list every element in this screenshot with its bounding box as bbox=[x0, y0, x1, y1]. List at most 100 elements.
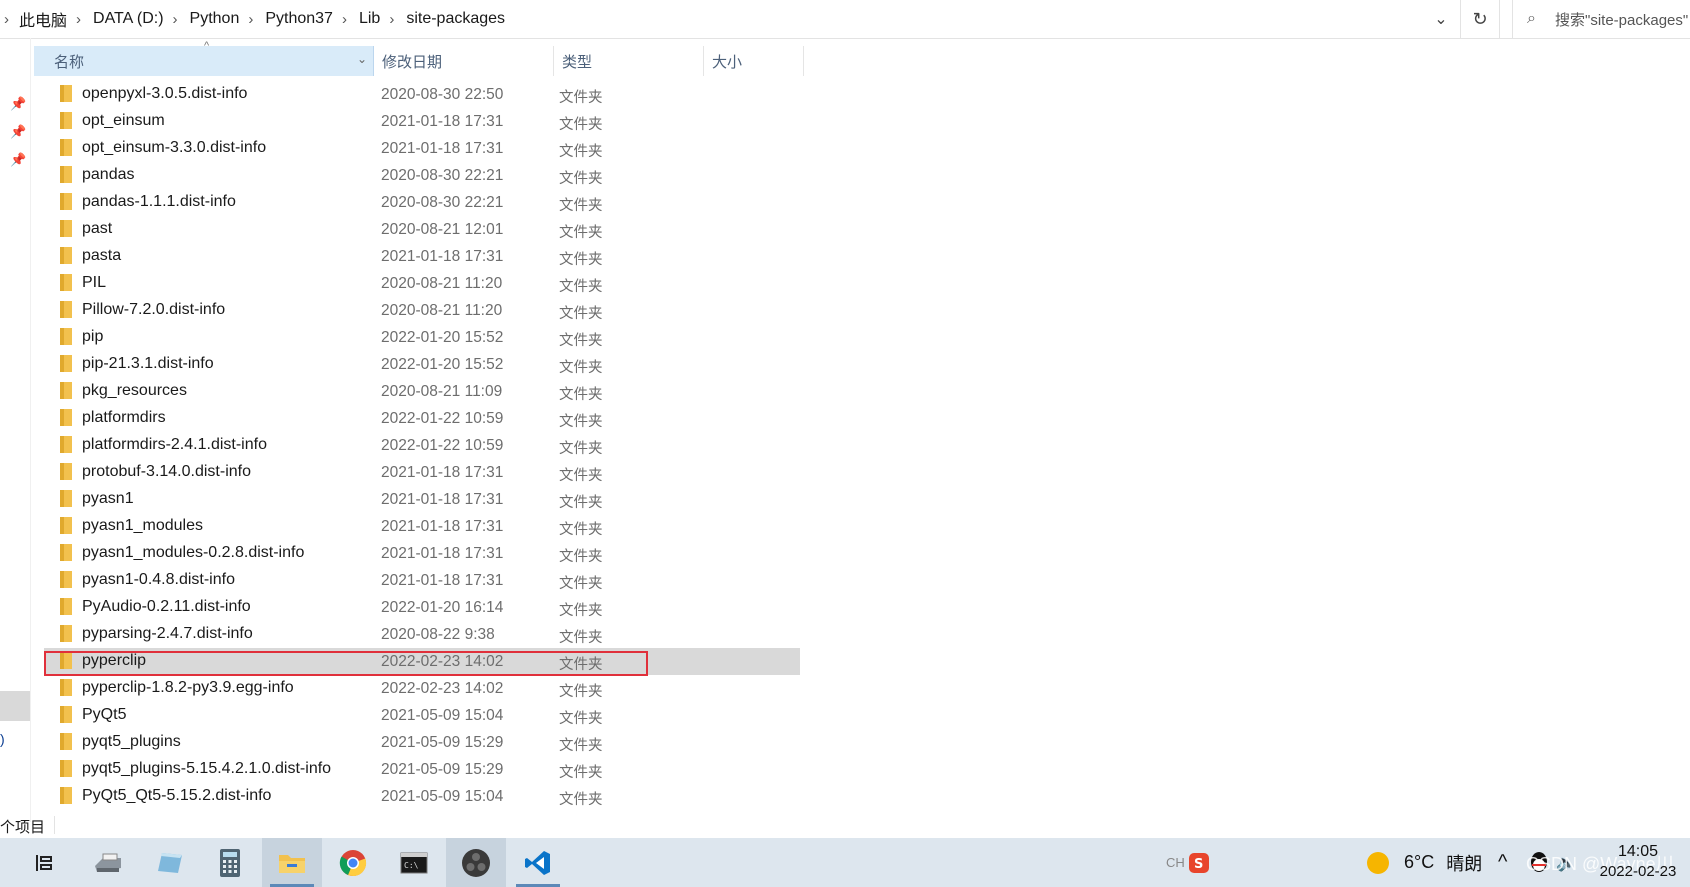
file-name[interactable]: pip bbox=[82, 328, 103, 346]
chevron-right-icon[interactable]: › bbox=[380, 11, 406, 28]
file-name[interactable]: pandas bbox=[82, 166, 135, 184]
ime-indicator[interactable]: CH bbox=[1166, 838, 1185, 887]
file-row[interactable]: pyasn1-0.4.8.dist-info 2021-01-18 17:31 文件… bbox=[44, 567, 800, 594]
address-history-chevron-down-icon[interactable]: ⌄ bbox=[1424, 0, 1458, 38]
file-name[interactable]: pyasn1_modules-0.2.8.dist-info bbox=[82, 544, 304, 562]
svg-text:S: S bbox=[1194, 857, 1203, 872]
chevron-right-icon[interactable]: › bbox=[67, 11, 93, 28]
file-row[interactable]: pyparsing-2.4.7.dist-info 2020-08-22 9:38… bbox=[44, 621, 800, 648]
file-row[interactable]: pandas 2020-08-30 22:21 文件夹 bbox=[44, 162, 800, 189]
file-row[interactable]: PIL 2020-08-21 11:20 文件夹 bbox=[44, 270, 800, 297]
file-type: 文件夹 bbox=[559, 252, 603, 268]
system-clock[interactable]: 14:05 2022-02-23 bbox=[1588, 842, 1688, 882]
file-row[interactable]: pyasn1_modules 2021-01-18 17:31 文件夹 bbox=[44, 513, 800, 540]
file-name[interactable]: pyasn1-0.4.8.dist-info bbox=[82, 571, 235, 589]
file-row[interactable]: pyperclip-1.8.2-py3.9.egg-info 2022-02-23… bbox=[44, 675, 800, 702]
file-name[interactable]: pyperclip bbox=[82, 652, 146, 670]
search-box[interactable]: ⌕ 搜索"site-packages" bbox=[1512, 0, 1690, 38]
file-row[interactable]: pyqt5_plugins-5.15.4.2.1.0.dist-info 2021… bbox=[44, 756, 800, 783]
breadcrumb-this-pc[interactable]: 此电脑 bbox=[19, 7, 67, 31]
chevron-right-icon[interactable]: › bbox=[164, 11, 190, 28]
breadcrumb-root-chevron-icon[interactable]: › bbox=[4, 11, 19, 28]
file-name[interactable]: protobuf-3.14.0.dist-info bbox=[82, 463, 251, 481]
file-row[interactable]: openpyxl-3.0.5.dist-info 2020-08-30 22:50… bbox=[44, 81, 800, 108]
file-row[interactable]: Pillow-7.2.0.dist-info 2020-08-21 11:20 文件… bbox=[44, 297, 800, 324]
breadcrumb-site-packages[interactable]: site-packages bbox=[406, 10, 505, 28]
file-name[interactable]: pasta bbox=[82, 247, 121, 265]
file-row[interactable]: pyperclip 2022-02-23 14:02 文件夹 bbox=[44, 648, 800, 675]
terminal-button[interactable]: C:\ bbox=[384, 838, 444, 887]
file-explorer-button[interactable] bbox=[262, 838, 322, 887]
folder-icon bbox=[60, 328, 72, 345]
file-name[interactable]: opt_einsum bbox=[82, 112, 165, 130]
file-name[interactable]: pyparsing-2.4.7.dist-info bbox=[82, 625, 253, 643]
file-row[interactable]: pkg_resources 2020-08-21 11:09 文件夹 bbox=[44, 378, 800, 405]
file-row[interactable]: opt_einsum-3.3.0.dist-info 2021-01-18 17:… bbox=[44, 135, 800, 162]
file-row[interactable]: past 2020-08-21 12:01 文件夹 bbox=[44, 216, 800, 243]
weather-widget[interactable]: 6°C 晴朗 bbox=[1366, 838, 1482, 887]
file-row[interactable]: pyasn1_modules-0.2.8.dist-info 2021-01-18… bbox=[44, 540, 800, 567]
folder-icon bbox=[60, 490, 72, 507]
column-header-name[interactable]: 名称 ⌄ bbox=[34, 46, 374, 76]
chrome-button[interactable] bbox=[323, 838, 383, 887]
file-row[interactable]: pasta 2021-01-18 17:31 文件夹 bbox=[44, 243, 800, 270]
file-row[interactable]: pyqt5_plugins 2021-05-09 15:29 文件夹 bbox=[44, 729, 800, 756]
file-row[interactable]: platformdirs-2.4.1.dist-info 2022-01-22 1… bbox=[44, 432, 800, 459]
file-name[interactable]: platformdirs-2.4.1.dist-info bbox=[82, 436, 267, 454]
task-view-button[interactable] bbox=[14, 838, 74, 887]
address-bar[interactable]: › 此电脑 › DATA (D:) › Python › Python37 › … bbox=[0, 0, 1690, 39]
sogou-ime-button[interactable]: S bbox=[1188, 838, 1210, 887]
navigation-pane[interactable]: 📌 📌 📌 ) bbox=[0, 38, 31, 822]
breadcrumb-data-drive[interactable]: DATA (D:) bbox=[93, 10, 164, 28]
file-row[interactable]: PyQt5_Qt5-5.15.2.dist-info 2021-05-09 15:… bbox=[44, 783, 800, 810]
file-name[interactable]: PyAudio-0.2.11.dist-info bbox=[82, 598, 251, 616]
chevron-right-icon[interactable]: › bbox=[239, 11, 265, 28]
file-name[interactable]: pyqt5_plugins bbox=[82, 733, 181, 751]
file-name[interactable]: PyQt5_Qt5-5.15.2.dist-info bbox=[82, 787, 271, 805]
file-row[interactable]: opt_einsum 2021-01-18 17:31 文件夹 bbox=[44, 108, 800, 135]
file-type: 文件夹 bbox=[559, 117, 603, 133]
notes-app-button[interactable] bbox=[141, 838, 201, 887]
file-row[interactable]: PyAudio-0.2.11.dist-info 2022-01-20 16:14… bbox=[44, 594, 800, 621]
file-modified-date: 2022-02-23 14:02 bbox=[381, 653, 504, 670]
column-header-type-label: 类型 bbox=[562, 53, 593, 71]
file-name[interactable]: pandas-1.1.1.dist-info bbox=[82, 193, 236, 211]
column-header-type[interactable]: 类型 bbox=[554, 46, 704, 76]
vscode-button[interactable] bbox=[508, 838, 568, 887]
chevron-right-icon[interactable]: › bbox=[333, 11, 359, 28]
file-row[interactable]: PyQt5 2021-05-09 15:04 文件夹 bbox=[44, 702, 800, 729]
file-name[interactable]: pyqt5_plugins-5.15.4.2.1.0.dist-info bbox=[82, 760, 331, 778]
nav-selected-item[interactable] bbox=[0, 691, 30, 721]
file-row[interactable]: protobuf-3.14.0.dist-info 2021-01-18 17:3… bbox=[44, 459, 800, 486]
show-hidden-icons-chevron-up-icon[interactable]: ^ bbox=[1498, 838, 1507, 887]
file-name[interactable]: pyperclip-1.8.2-py3.9.egg-info bbox=[82, 679, 294, 697]
file-name[interactable]: platformdirs bbox=[82, 409, 166, 427]
breadcrumb-lib[interactable]: Lib bbox=[359, 10, 380, 28]
file-name[interactable]: PyQt5 bbox=[82, 706, 126, 724]
file-name[interactable]: pyasn1_modules bbox=[82, 517, 203, 535]
printer-app-button[interactable] bbox=[78, 838, 138, 887]
file-row[interactable]: pyasn1 2021-01-18 17:31 文件夹 bbox=[44, 486, 800, 513]
refresh-icon[interactable]: ↻ bbox=[1460, 0, 1500, 38]
column-header-size[interactable]: 大小 bbox=[704, 46, 804, 76]
file-name[interactable]: past bbox=[82, 220, 112, 238]
file-name[interactable]: opt_einsum-3.3.0.dist-info bbox=[82, 139, 266, 157]
nav-item-fragment[interactable]: ) bbox=[0, 731, 5, 747]
file-name[interactable]: Pillow-7.2.0.dist-info bbox=[82, 301, 225, 319]
column-filter-chevron-down-icon[interactable]: ⌄ bbox=[357, 52, 367, 66]
file-row[interactable]: pip-21.3.1.dist-info 2022-01-20 15:52 文件夹 bbox=[44, 351, 800, 378]
file-name[interactable]: openpyxl-3.0.5.dist-info bbox=[82, 85, 247, 103]
column-header-date[interactable]: 修改日期 bbox=[374, 46, 554, 76]
ime-label: CH bbox=[1166, 855, 1185, 870]
file-name[interactable]: pyasn1 bbox=[82, 490, 134, 508]
breadcrumb-python37[interactable]: Python37 bbox=[265, 10, 333, 28]
calculator-button[interactable] bbox=[200, 838, 260, 887]
file-row[interactable]: pip 2022-01-20 15:52 文件夹 bbox=[44, 324, 800, 351]
file-row[interactable]: platformdirs 2022-01-22 10:59 文件夹 bbox=[44, 405, 800, 432]
obs-button[interactable] bbox=[446, 838, 506, 887]
file-name[interactable]: pip-21.3.1.dist-info bbox=[82, 355, 214, 373]
breadcrumb-python[interactable]: Python bbox=[190, 10, 240, 28]
file-name[interactable]: pkg_resources bbox=[82, 382, 187, 400]
file-row[interactable]: pandas-1.1.1.dist-info 2020-08-30 22:21 文件… bbox=[44, 189, 800, 216]
file-name[interactable]: PIL bbox=[82, 274, 106, 292]
